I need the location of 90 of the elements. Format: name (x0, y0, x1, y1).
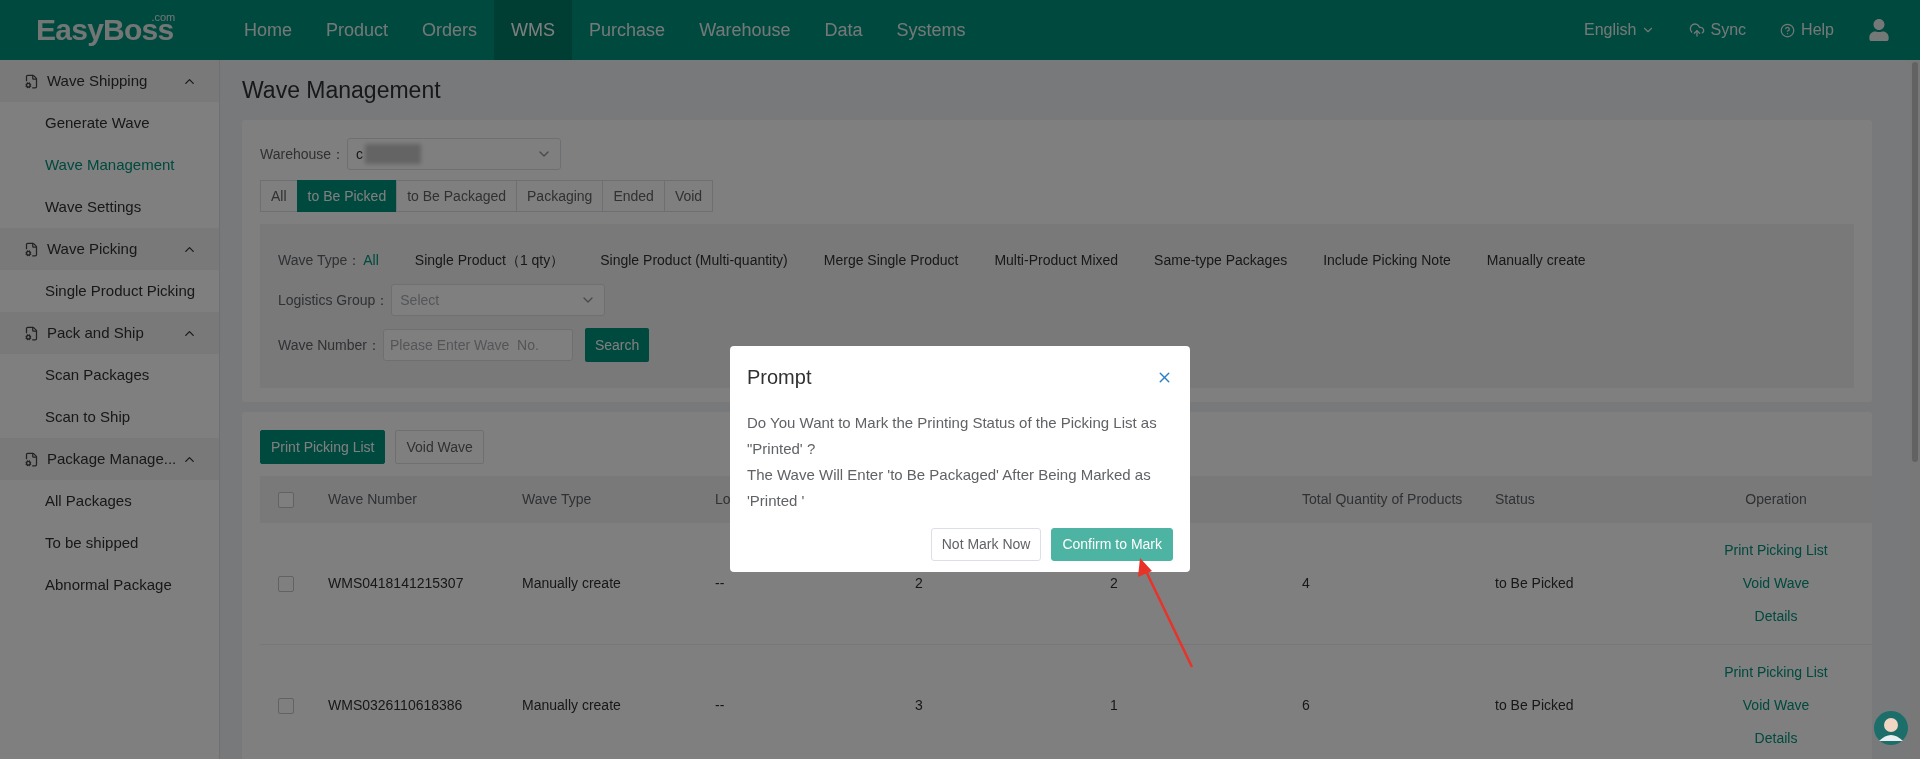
sidebar-item[interactable]: To be shipped (0, 522, 219, 564)
action-button[interactable]: Void Wave (395, 430, 484, 464)
checkbox[interactable] (278, 697, 294, 714)
wave-type-option[interactable]: Multi-Product Mixed (994, 249, 1119, 271)
table-cell: to Be Picked (1495, 575, 1574, 591)
operation-link[interactable]: Void Wave (1742, 695, 1810, 716)
column-header: Wave Type (522, 491, 592, 507)
operation-link[interactable]: Void Wave (1742, 573, 1810, 594)
dialog-message: The Wave Will Enter 'to Be Packaged' After Being Marked as 'Printed ' (747, 465, 1152, 511)
logo[interactable]: EasyBoss .com (0, 15, 220, 45)
status-tab[interactable]: to Be Picked (296, 180, 398, 212)
warehouse-select[interactable]: c (347, 138, 562, 170)
column-header: Lo (715, 491, 731, 507)
nav-tab[interactable]: Product (309, 0, 406, 60)
help-icon (1780, 22, 1796, 38)
table-cell: Manually create (522, 697, 621, 713)
table-cell: WMS0326110618386 (328, 697, 463, 713)
field-label: Warehouse： (260, 144, 346, 164)
checkbox[interactable] (278, 491, 294, 508)
cloud-upload-icon (1688, 22, 1705, 38)
blurred-text (365, 144, 422, 164)
sidebar-item[interactable]: Scan Packages (0, 354, 219, 396)
sidebar-group-header[interactable]: Wave Shipping (0, 60, 219, 102)
field-label: Wave Number： (278, 335, 381, 355)
table-cell: WMS0418141215307 (328, 575, 464, 591)
wave-type-option[interactable]: Same-type Packages (1154, 249, 1288, 271)
sidebar-item[interactable]: Generate Wave (0, 102, 219, 144)
support-avatar[interactable] (1874, 711, 1908, 745)
wave-type-option[interactable]: Merge Single Product (823, 249, 959, 271)
search-button[interactable]: Search (584, 328, 650, 362)
column-header: Operation (1745, 491, 1807, 507)
status-tab[interactable]: Ended (602, 180, 665, 212)
table-cell: 6 (1302, 697, 1310, 713)
nav-tab[interactable]: WMS (494, 0, 573, 60)
document-gear-icon (24, 325, 39, 341)
operation-link[interactable]: Details (1754, 606, 1798, 627)
operation-link[interactable]: Print Picking List (1724, 540, 1828, 561)
table-cell: 4 (1302, 575, 1310, 591)
nav-tab[interactable]: Systems (879, 0, 983, 60)
field-label: Logistics Group： (278, 290, 390, 310)
wave-type-option[interactable]: All (363, 249, 379, 271)
sidebar-item[interactable]: Wave Settings (0, 186, 219, 228)
checkbox[interactable] (278, 575, 294, 592)
dialog-button[interactable]: Not Mark Now (930, 528, 1042, 561)
nav-tab[interactable]: Home (227, 0, 309, 60)
page-title: Wave Management (242, 75, 442, 105)
dialog-button[interactable]: Confirm to Mark (1051, 528, 1173, 561)
table-cell: -- (715, 697, 725, 713)
status-tab[interactable]: to Be Packaged (396, 180, 518, 212)
status-tab[interactable]: Void (663, 180, 714, 212)
status-tab[interactable]: All (260, 180, 298, 212)
table-cell: 2 (1110, 575, 1118, 591)
operation-link[interactable]: Print Picking List (1724, 662, 1828, 683)
wave-type-option[interactable]: Single Product (Multi-quantity) (600, 249, 788, 271)
column-header: Status (1495, 491, 1535, 507)
sidebar-group-header[interactable]: Pack and Ship (0, 312, 219, 354)
table-cell: -- (715, 575, 725, 591)
sync-button[interactable]: Sync (1688, 18, 1747, 42)
column-header: Wave Number (328, 491, 417, 507)
nav-tab[interactable]: Data (807, 0, 880, 60)
sidebar-item[interactable]: Scan to Ship (0, 396, 219, 438)
table-cell: Manually create (522, 575, 621, 591)
document-gear-icon (24, 241, 39, 257)
dialog-message: Do You Want to Mark the Printing Status of the Picking List as "Printed' ? (747, 413, 1158, 459)
table-cell: to Be Picked (1495, 697, 1574, 713)
document-gear-icon (24, 73, 39, 89)
help-button[interactable]: Help (1780, 18, 1834, 42)
column-header: Total Quantity of Products (1302, 491, 1463, 507)
nav-tab[interactable]: Warehouse (682, 0, 808, 60)
sidebar-item[interactable]: Single Product Picking (0, 270, 219, 312)
sidebar-item[interactable]: All Packages (0, 480, 219, 522)
wave-type-option[interactable]: Manually create (1486, 249, 1586, 271)
operation-link[interactable]: Details (1754, 728, 1798, 749)
user-icon[interactable] (1868, 19, 1890, 41)
wave-type-option[interactable]: Single Product（1 qty） (414, 249, 565, 271)
action-button[interactable]: Print Picking List (260, 430, 386, 464)
document-gear-icon (24, 451, 39, 467)
table-cell: 3 (915, 697, 923, 713)
dialog-title: Prompt (747, 365, 812, 390)
table-cell: 1 (1110, 697, 1118, 713)
field-label: Wave Type： (278, 250, 362, 270)
nav-tab[interactable]: Purchase (572, 0, 683, 60)
status-tab[interactable]: Packaging (516, 180, 604, 212)
table-cell: 2 (915, 575, 923, 591)
sidebar-item[interactable]: Abnormal Package (0, 564, 219, 606)
sidebar-group-header[interactable]: Wave Picking (0, 228, 219, 270)
wave-type-option[interactable]: Include Picking Note (1323, 249, 1451, 271)
language-dropdown[interactable]: English (1584, 18, 1655, 42)
sidebar-item[interactable]: Wave Management (0, 144, 219, 186)
sidebar-group-header[interactable]: Package Manage... (0, 438, 219, 480)
